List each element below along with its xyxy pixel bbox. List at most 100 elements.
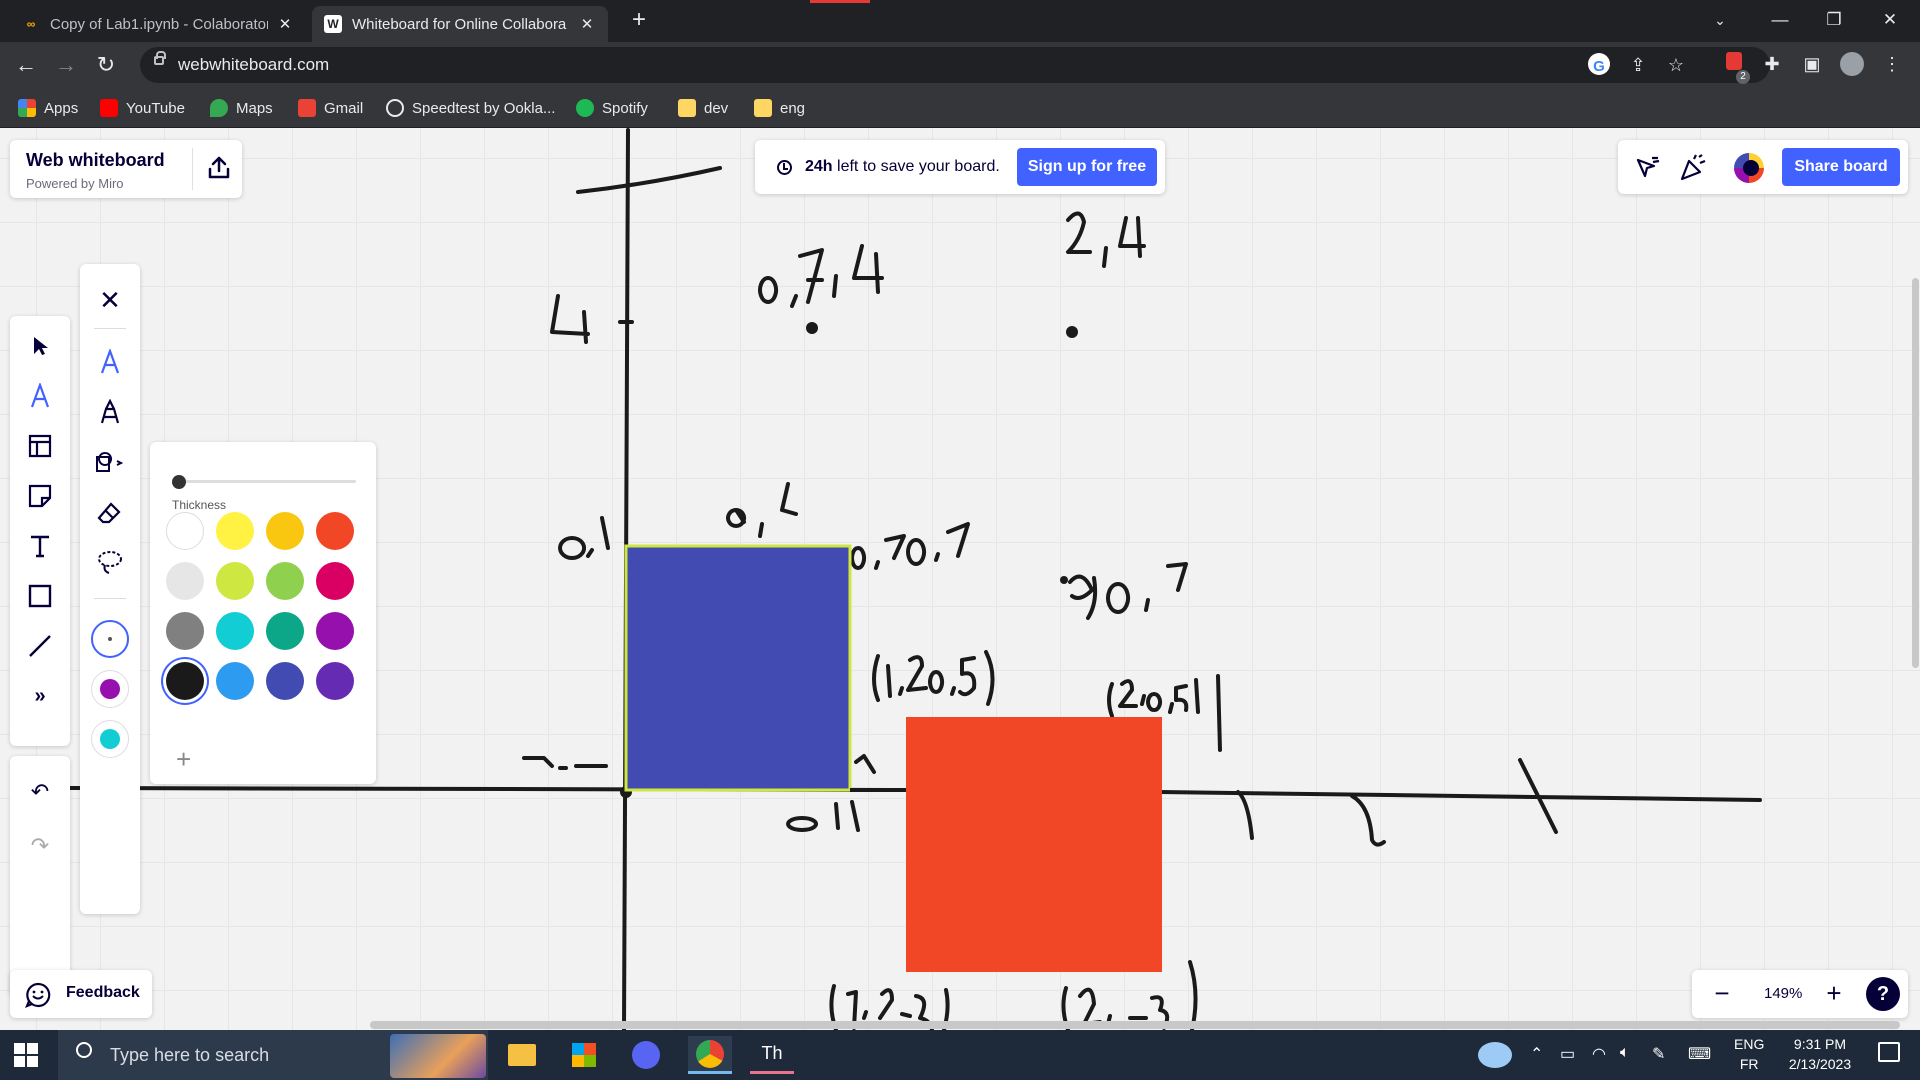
- gmail-icon: [298, 99, 316, 117]
- close-tab-icon[interactable]: ✕: [578, 15, 596, 33]
- new-tab-button[interactable]: +: [624, 6, 654, 36]
- bookmark-dev[interactable]: dev: [678, 96, 728, 120]
- tray-chevron-icon[interactable]: ⌃: [1530, 1044, 1543, 1064]
- bookmark-speedtest[interactable]: Speedtest by Ookla...: [386, 96, 555, 120]
- select-tool[interactable]: [24, 330, 56, 362]
- text-tool[interactable]: [24, 530, 56, 562]
- more-tools-icon[interactable]: »: [24, 680, 56, 712]
- sticky-note-tool[interactable]: [24, 480, 56, 512]
- bookmark-apps[interactable]: Apps: [18, 96, 78, 120]
- color-swatch[interactable]: [166, 612, 204, 650]
- reload-button[interactable]: ↻: [90, 50, 122, 82]
- wifi-icon[interactable]: ◠: [1592, 1044, 1606, 1064]
- bookmark-eng[interactable]: eng: [754, 96, 805, 120]
- whiteboard-canvas[interactable]: Web whiteboard Powered by Miro 24h left …: [0, 128, 1920, 1030]
- app-th-icon[interactable]: Th: [750, 1036, 794, 1074]
- color-swatch[interactable]: [216, 662, 254, 700]
- color-swatch[interactable]: [266, 662, 304, 700]
- bookmark-gmail[interactable]: Gmail: [298, 96, 363, 120]
- feedback-button[interactable]: Feedback: [10, 970, 152, 1018]
- help-button[interactable]: ?: [1866, 977, 1900, 1011]
- sign-up-button[interactable]: Sign up for free: [1017, 148, 1157, 186]
- color-swatch[interactable]: [266, 612, 304, 650]
- color-swatch[interactable]: [316, 512, 354, 550]
- zoom-in-button[interactable]: +: [1820, 980, 1848, 1008]
- line-tool[interactable]: [24, 630, 56, 662]
- thickness-slider-track[interactable]: [176, 480, 356, 483]
- google-icon[interactable]: G: [1588, 53, 1610, 75]
- speedtest-icon: [386, 99, 404, 117]
- horizontal-scrollbar[interactable]: [370, 1021, 1900, 1029]
- smart-drawing-option[interactable]: [94, 446, 126, 478]
- share-board-button[interactable]: Share board: [1782, 148, 1900, 186]
- share-page-icon[interactable]: ⇪: [1626, 53, 1650, 77]
- thickness-slider-handle[interactable]: [172, 475, 186, 489]
- zoom-out-button[interactable]: −: [1708, 980, 1736, 1008]
- color-swatch[interactable]: [166, 562, 204, 600]
- upload-icon[interactable]: [206, 155, 232, 181]
- side-panel-icon[interactable]: ▣: [1800, 52, 1824, 76]
- eraser-option[interactable]: [94, 496, 126, 528]
- windows-start-icon[interactable]: [14, 1043, 38, 1067]
- notifications-icon[interactable]: [1878, 1042, 1900, 1062]
- forward-button[interactable]: →: [50, 50, 82, 82]
- color-swatch[interactable]: [316, 612, 354, 650]
- extensions-puzzle-icon[interactable]: ✚: [1760, 52, 1784, 76]
- back-button[interactable]: ←: [10, 50, 42, 82]
- add-color-icon[interactable]: +: [176, 746, 191, 772]
- zoom-level[interactable]: 149%: [1764, 985, 1802, 1002]
- color-swatch[interactable]: [166, 662, 204, 700]
- color-swatch[interactable]: [166, 512, 204, 550]
- color-swatch[interactable]: [316, 662, 354, 700]
- bookmark-spotify[interactable]: Spotify: [576, 96, 648, 120]
- taskbar-search-box[interactable]: Type here to search: [58, 1030, 488, 1080]
- color-swatch[interactable]: [216, 612, 254, 650]
- recent-color-purple[interactable]: [91, 670, 129, 708]
- redo-icon[interactable]: ↷: [24, 830, 56, 862]
- clock[interactable]: 9:31 PM 2/13/2023: [1776, 1036, 1864, 1072]
- pen-tool[interactable]: [24, 380, 56, 412]
- battery-icon[interactable]: ▭: [1560, 1044, 1575, 1064]
- address-bar[interactable]: webwhiteboard.com G ⇪ ☆: [140, 47, 1770, 83]
- shape-tool[interactable]: [24, 580, 56, 612]
- color-swatch[interactable]: [266, 562, 304, 600]
- tab-search-chevron-icon[interactable]: ⌄: [1692, 0, 1748, 42]
- minimize-button[interactable]: —: [1752, 0, 1808, 42]
- recent-color-cyan[interactable]: [91, 720, 129, 758]
- template-tool[interactable]: [24, 430, 56, 462]
- cursor-toggle-icon[interactable]: [1634, 154, 1662, 182]
- close-window-button[interactable]: ✕: [1862, 0, 1918, 42]
- weather-icon[interactable]: [1478, 1042, 1512, 1068]
- color-swatch[interactable]: [216, 562, 254, 600]
- close-tab-icon[interactable]: ✕: [276, 15, 294, 33]
- vertical-scrollbar[interactable]: [1912, 278, 1919, 668]
- highlighter-option[interactable]: [94, 396, 126, 428]
- keyboard-icon[interactable]: ⌨: [1688, 1044, 1711, 1064]
- pen-workspace-icon[interactable]: ✎: [1652, 1044, 1665, 1064]
- microsoft-store-icon[interactable]: [562, 1036, 606, 1074]
- lasso-option[interactable]: [94, 546, 126, 578]
- volume-icon[interactable]: 🔈︎: [1620, 1044, 1630, 1062]
- tab-colab[interactable]: ∞ Copy of Lab1.ipynb - Colaborator ✕: [10, 6, 306, 42]
- file-explorer-icon[interactable]: [500, 1036, 544, 1074]
- restore-button[interactable]: ❐: [1806, 0, 1862, 42]
- color-swatch[interactable]: [316, 562, 354, 600]
- profile-avatar[interactable]: [1840, 52, 1864, 76]
- discord-icon[interactable]: [624, 1036, 668, 1074]
- color-swatch[interactable]: [216, 512, 254, 550]
- bookmark-youtube[interactable]: YouTube: [100, 96, 185, 120]
- tab-whiteboard[interactable]: W Whiteboard for Online Collabora ✕: [312, 6, 608, 42]
- bookmark-star-icon[interactable]: ☆: [1664, 53, 1688, 77]
- pen-option[interactable]: [94, 346, 126, 378]
- recent-color-white[interactable]: [91, 620, 129, 658]
- user-avatar[interactable]: [1734, 153, 1764, 183]
- celebrate-icon[interactable]: [1678, 153, 1708, 183]
- bookmark-maps[interactable]: Maps: [210, 96, 273, 120]
- color-swatch[interactable]: [266, 512, 304, 550]
- chrome-icon[interactable]: [688, 1036, 732, 1074]
- sticky-note-icon: [28, 484, 52, 508]
- language-indicator[interactable]: ENG FR: [1734, 1036, 1764, 1072]
- undo-icon[interactable]: ↶: [24, 776, 56, 808]
- menu-dots-icon[interactable]: ⋮: [1880, 52, 1904, 76]
- close-icon[interactable]: ✕: [94, 284, 126, 316]
